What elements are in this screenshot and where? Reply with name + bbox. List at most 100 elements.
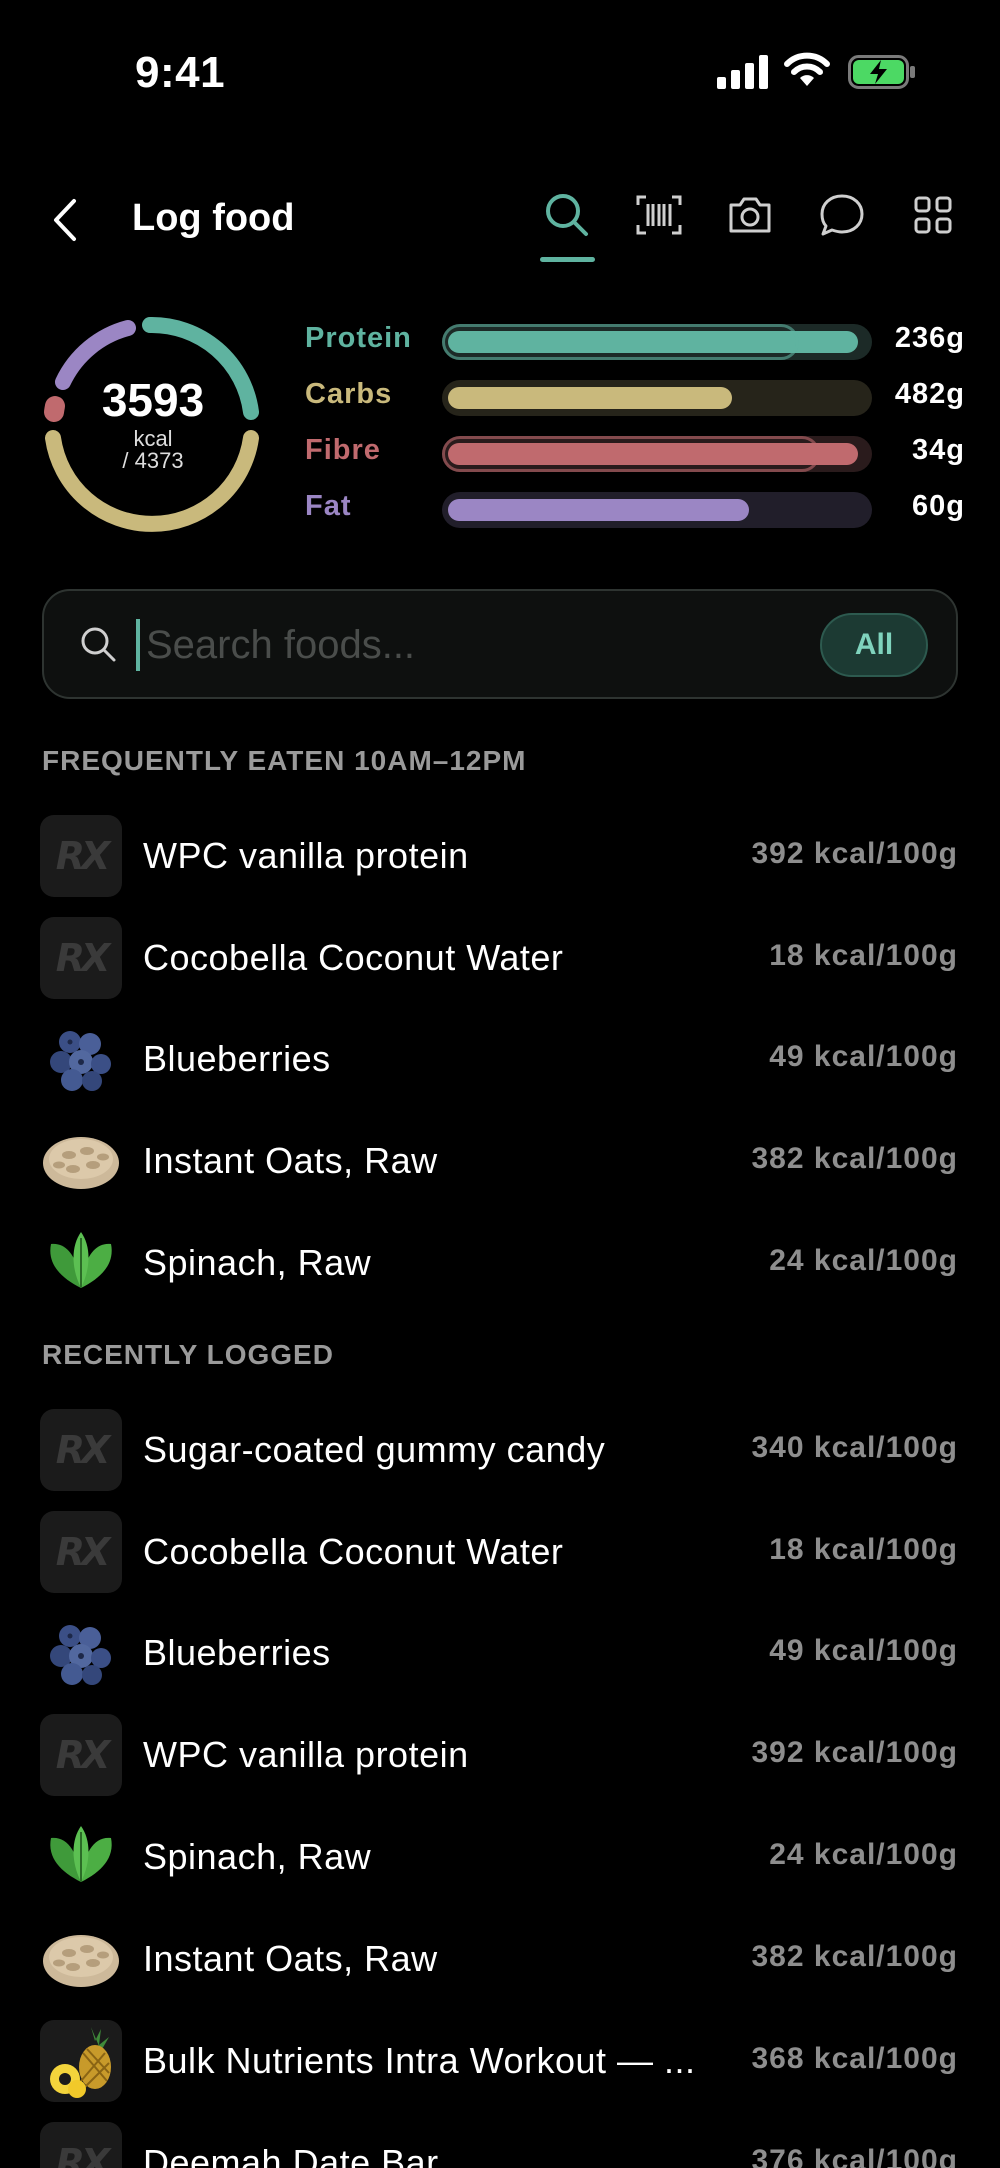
macro-track (442, 324, 872, 360)
app-header: Log food (0, 175, 1000, 265)
wifi-icon (784, 52, 830, 86)
battery-charging-icon (848, 55, 915, 89)
food-kcal: 24 kcal/100g (769, 1244, 958, 1277)
food-name: WPC vanilla protein (143, 1734, 469, 1775)
search-bar: All (42, 589, 958, 699)
tab-camera[interactable] (720, 185, 780, 245)
list-item[interactable]: Spinach, Raw 24 kcal/100g (0, 1217, 1000, 1307)
macro-label: Fibre (305, 434, 381, 466)
food-kcal: 24 kcal/100g (769, 1838, 958, 1871)
food-name: Cocobella Coconut Water (143, 1531, 564, 1572)
filter-all-button[interactable]: All (820, 613, 928, 677)
food-name: Cocobella Coconut Water (143, 937, 564, 978)
camera-icon (729, 197, 771, 233)
search-icon (546, 194, 588, 236)
status-time: 9:41 (135, 48, 226, 97)
status-bar: 9:41 (0, 0, 1000, 150)
food-name: Sugar-coated gummy candy (143, 1429, 606, 1470)
list-item[interactable]: Instant Oats, Raw 382 kcal/100g (0, 1913, 1000, 2003)
rx-logo-icon: RX (40, 1714, 122, 1796)
food-kcal: 18 kcal/100g (769, 939, 958, 972)
macro-label: Fat (305, 490, 352, 522)
food-kcal: 392 kcal/100g (751, 1736, 958, 1769)
rx-logo-icon: RX (40, 815, 122, 897)
macro-goal-outline (442, 324, 799, 360)
tab-chat[interactable] (812, 185, 872, 245)
cellular-signal-icon (717, 55, 768, 89)
food-name: WPC vanilla protein (143, 835, 469, 876)
macro-track (442, 380, 872, 416)
tab-barcode[interactable] (629, 185, 689, 245)
search-input[interactable] (140, 613, 840, 677)
active-tab-indicator (540, 257, 595, 262)
list-item[interactable]: RX WPC vanilla protein 392 kcal/100g (0, 1709, 1000, 1799)
food-kcal: 340 kcal/100g (751, 1431, 958, 1464)
food-kcal: 49 kcal/100g (769, 1634, 958, 1667)
food-kcal: 376 kcal/100g (751, 2144, 958, 2168)
macro-row-carbs: Carbs 482g (305, 376, 965, 416)
list-item[interactable]: RX Sugar-coated gummy candy 340 kcal/100… (0, 1404, 1000, 1494)
food-kcal: 49 kcal/100g (769, 1040, 958, 1073)
food-kcal: 392 kcal/100g (751, 837, 958, 870)
food-kcal: 382 kcal/100g (751, 1940, 958, 1973)
grid-icon (914, 196, 952, 234)
food-name: Deemah Date Bar (143, 2142, 439, 2168)
spinach-icon (40, 1816, 122, 1898)
food-name: Bulk Nutrients Intra Workout — ... (143, 2040, 696, 2081)
calorie-ring: 3593 kcal / 4373 (38, 310, 268, 540)
list-item[interactable]: Instant Oats, Raw 382 kcal/100g (0, 1115, 1000, 1205)
food-name: Blueberries (143, 1632, 331, 1673)
food-name: Spinach, Raw (143, 1836, 372, 1877)
macro-goal-outline (442, 436, 820, 472)
food-kcal: 368 kcal/100g (751, 2042, 958, 2075)
list-item[interactable]: RX Cocobella Coconut Water 18 kcal/100g (0, 912, 1000, 1002)
tab-search[interactable] (537, 185, 597, 245)
section-title-recent: RECENTLY LOGGED (42, 1339, 334, 1370)
page-title: Log food (132, 197, 295, 239)
list-item[interactable]: RX Cocobella Coconut Water 18 kcal/100g (0, 1506, 1000, 1596)
list-item[interactable]: Bulk Nutrients Intra Workout — ... 368 k… (0, 2015, 1000, 2105)
rx-logo-icon: RX (40, 917, 122, 999)
macro-label: Carbs (305, 378, 393, 410)
macro-fill (448, 387, 732, 409)
spinach-icon (40, 1222, 122, 1304)
macro-track (442, 492, 872, 528)
oats-icon (40, 1918, 122, 2000)
list-item[interactable]: RX WPC vanilla protein 392 kcal/100g (0, 810, 1000, 900)
list-item[interactable]: Blueberries 49 kcal/100g (0, 1607, 1000, 1697)
blueberries-icon (40, 1612, 122, 1694)
blueberries-icon (40, 1018, 122, 1100)
macro-label: Protein (305, 322, 412, 354)
macro-value: 482g (894, 378, 965, 410)
food-kcal: 382 kcal/100g (751, 1142, 958, 1175)
macro-value: 236g (894, 322, 965, 354)
food-name: Blueberries (143, 1038, 331, 1079)
list-item[interactable]: Blueberries 49 kcal/100g (0, 1013, 1000, 1103)
rx-logo-icon: RX (40, 1409, 122, 1491)
macro-fill (448, 499, 749, 521)
calories-target: / 4373 (122, 448, 184, 473)
barcode-icon (636, 195, 682, 235)
macro-value: 60g (912, 490, 965, 522)
macro-track (442, 436, 872, 472)
food-name: Instant Oats, Raw (143, 1140, 438, 1181)
rx-logo-icon: RX (40, 1511, 122, 1593)
macro-row-protein: Protein 236g (305, 320, 965, 360)
macro-value: 34g (912, 434, 965, 466)
section-title-frequent: FREQUENTLY EATEN 10AM–12PM (42, 745, 527, 776)
tab-more[interactable] (903, 185, 963, 245)
food-name: Spinach, Raw (143, 1242, 372, 1283)
oats-icon (40, 1120, 122, 1202)
list-item[interactable]: RX Deemah Date Bar 376 kcal/100g (0, 2117, 1000, 2168)
pineapple-icon (40, 2020, 122, 2102)
rx-logo-icon: RX (40, 2122, 122, 2168)
list-item[interactable]: Spinach, Raw 24 kcal/100g (0, 1811, 1000, 1901)
macro-row-fat: Fat 60g (305, 488, 965, 528)
back-arrow-icon[interactable] (48, 195, 88, 245)
chat-icon (820, 194, 864, 236)
search-icon (81, 627, 116, 662)
calories-consumed: 3593 (101, 374, 205, 426)
food-kcal: 18 kcal/100g (769, 1533, 958, 1566)
food-name: Instant Oats, Raw (143, 1938, 438, 1979)
macro-row-fibre: Fibre 34g (305, 432, 965, 472)
